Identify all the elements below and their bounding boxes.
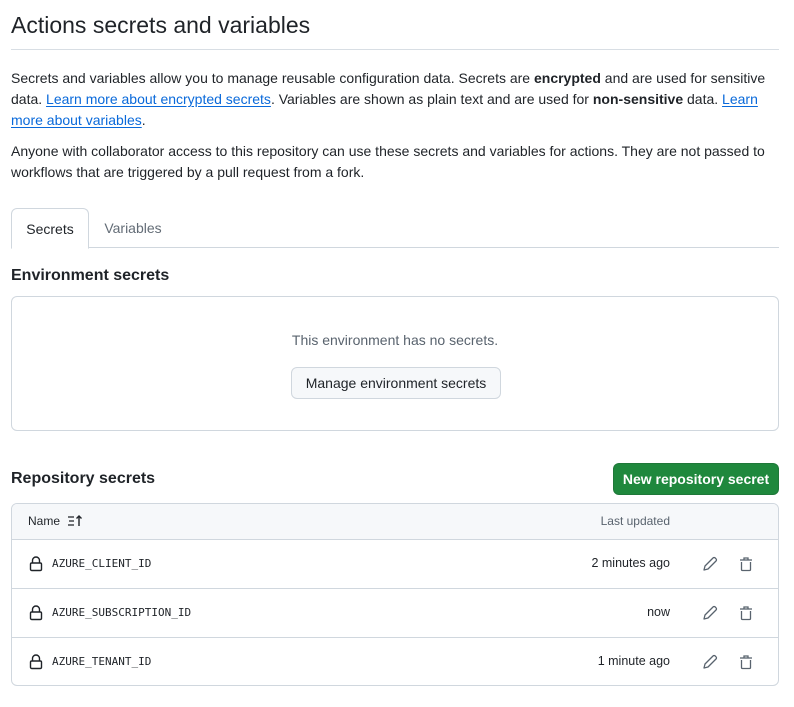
table-row: AZURE_SUBSCRIPTION_ID now (12, 589, 778, 638)
tab-bar: Secrets Variables (11, 208, 779, 249)
manage-environment-secrets-button[interactable]: Manage environment secrets (291, 367, 501, 399)
secret-name: AZURE_TENANT_ID (52, 655, 152, 668)
intro-text: . Variables are shown as plain text and … (270, 91, 593, 107)
tab-variables[interactable]: Variables (89, 208, 177, 248)
intro-text: data. (683, 91, 723, 107)
trash-icon[interactable] (736, 554, 756, 574)
table-row: AZURE_TENANT_ID 1 minute ago (12, 638, 778, 685)
page-title: Actions secrets and variables (11, 12, 311, 38)
pencil-icon[interactable] (700, 554, 720, 574)
pencil-icon[interactable] (700, 603, 720, 623)
intro-bold-encrypted: encrypted (533, 70, 601, 86)
intro-bold-non-sensitive: non-sensitive (592, 91, 684, 107)
lock-icon (29, 654, 43, 670)
lock-icon (29, 556, 43, 572)
column-header-name[interactable]: Name (28, 514, 60, 528)
repository-secrets-table: Name Last updated AZURE_CLIENT_ID 2 minu… (11, 503, 779, 686)
table-row: AZURE_CLIENT_ID 2 minutes ago (12, 540, 778, 589)
intro-text: . (141, 112, 146, 128)
title-divider (11, 49, 779, 50)
environment-secrets-box: This environment has no secrets. Manage … (11, 296, 779, 431)
last-updated: 1 minute ago (597, 654, 670, 668)
trash-icon[interactable] (736, 603, 756, 623)
column-header-last-updated: Last updated (600, 514, 670, 528)
last-updated: now (647, 605, 670, 619)
learn-more-secrets-link[interactable]: Learn more about encrypted secrets (46, 91, 271, 107)
pencil-icon[interactable] (700, 652, 720, 672)
intro-text: Secrets and variables allow you to manag… (11, 70, 534, 86)
collaborator-notice: Anyone with collaborator access to this … (11, 143, 765, 180)
table-header: Name Last updated (12, 504, 778, 540)
intro-paragraph: Secrets and variables allow you to manag… (11, 68, 779, 131)
secret-name: AZURE_CLIENT_ID (52, 557, 152, 570)
lock-icon (29, 605, 43, 621)
sort-ascending-icon[interactable] (67, 514, 85, 528)
new-repository-secret-button[interactable]: New repository secret (613, 463, 779, 495)
repository-secrets-heading: Repository secrets (11, 470, 156, 487)
empty-state-text: This environment has no secrets. (291, 332, 499, 348)
secret-name: AZURE_SUBSCRIPTION_ID (52, 606, 192, 619)
last-updated: 2 minutes ago (591, 556, 670, 570)
environment-secrets-heading: Environment secrets (11, 267, 170, 284)
trash-icon[interactable] (736, 652, 756, 672)
tab-secrets[interactable]: Secrets (11, 208, 89, 249)
